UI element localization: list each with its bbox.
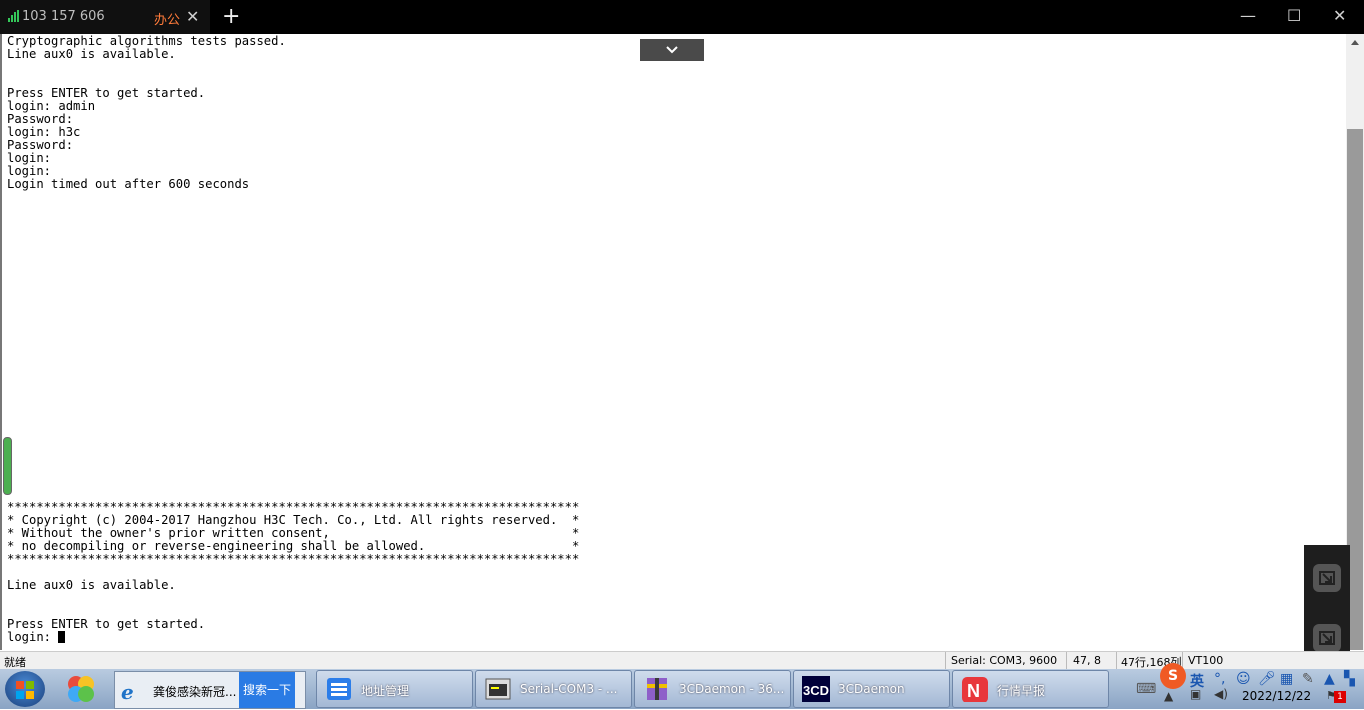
archive-icon xyxy=(647,678,667,700)
screen-share-icon[interactable] xyxy=(1313,564,1341,592)
show-hidden-icons[interactable]: ▲ xyxy=(1164,689,1173,703)
screen-share-icon[interactable] xyxy=(1313,624,1341,652)
volume-icon[interactable]: ◀) xyxy=(1214,687,1228,701)
maximize-button[interactable]: ☐ xyxy=(1287,6,1301,25)
taskbar-item-market-news[interactable]: N 行情早报 xyxy=(952,670,1109,708)
soft-keyboard-icon[interactable]: ▦ xyxy=(1280,671,1293,687)
sogou-ime-icon[interactable]: S xyxy=(1160,663,1186,689)
minimize-button[interactable]: — xyxy=(1240,6,1256,25)
emoji-icon[interactable]: ☺ xyxy=(1236,671,1251,687)
tab-close-icon[interactable]: ✕ xyxy=(186,7,199,26)
news-icon: N xyxy=(962,677,988,702)
punctuation-icon[interactable]: °, xyxy=(1214,671,1225,687)
notification-badge[interactable]: 1 xyxy=(1334,691,1346,703)
floating-panel xyxy=(1304,545,1350,665)
tray-date[interactable]: 2022/12/22 xyxy=(1242,689,1311,703)
app-logo-icon[interactable] xyxy=(64,672,98,706)
taskbar-item-label: 地址管理 xyxy=(361,684,410,698)
taskbar-item-3cdaemon[interactable]: 3CD 3CDaemon xyxy=(793,670,950,708)
status-bar: 就绪 Serial: COM3, 9600 47, 8 47行,168列 VT1… xyxy=(0,651,1364,670)
taskbar-item-3cdaemon-archive[interactable]: 3CDaemon - 36... xyxy=(634,670,791,708)
taskbar: e 龚俊感染新冠... 搜索一下 地址管理 Serial-COM3 - ... … xyxy=(0,663,1364,709)
terminal-prompt-line: login: xyxy=(7,630,66,644)
window-close-button[interactable]: ✕ xyxy=(1333,6,1346,25)
network-icon[interactable]: ▣ xyxy=(1190,687,1201,701)
new-tab-button[interactable]: + xyxy=(222,4,240,29)
taskbar-item-label: 3CDaemon xyxy=(838,682,905,696)
scroll-up-icon[interactable] xyxy=(1350,38,1360,46)
system-tray: ⌨ S 英 °, ☺ 🎤︎ ▦ ✎ ▲ ▚ ▲ ▣ ◀) 2022/12/22 … xyxy=(1118,663,1364,709)
taskbar-item-label: 3CDaemon - 36... xyxy=(679,682,785,696)
ie-news-title[interactable]: 龚俊感染新冠... xyxy=(153,683,236,700)
collapse-toolbar-button[interactable] xyxy=(640,39,704,61)
svg-text:N: N xyxy=(967,681,980,701)
terminal-icon xyxy=(485,678,511,700)
search-button[interactable]: 搜索一下 xyxy=(239,672,295,708)
start-button[interactable] xyxy=(5,671,45,707)
grid-icon[interactable]: ▚ xyxy=(1344,671,1355,687)
status-emulation: VT100 xyxy=(1188,654,1224,667)
taskbar-item-label: 行情早报 xyxy=(997,684,1046,698)
terminal-output-bottom: ****************************************… xyxy=(7,500,580,631)
microphone-icon[interactable]: 🎤︎ xyxy=(1258,671,1276,687)
signal-icon xyxy=(8,10,20,22)
terminal-area[interactable]: Cryptographic algorithms tests passed. L… xyxy=(0,34,1348,650)
3cd-icon: 3CD xyxy=(802,676,830,702)
skin-icon[interactable]: ✎ xyxy=(1302,671,1314,687)
side-handle[interactable] xyxy=(3,437,12,495)
keyboard-icon[interactable]: ⌨ xyxy=(1136,681,1156,697)
text-cursor xyxy=(58,631,66,643)
chevron-down-icon xyxy=(666,46,678,54)
status-ready: 就绪 xyxy=(4,656,26,669)
tab-name: 办公 xyxy=(154,13,181,28)
ie-icon: e xyxy=(121,680,134,704)
tab-number: 103 157 606 xyxy=(22,9,105,24)
login-prompt: login: xyxy=(7,630,59,644)
status-cursor-position: 47, 8 xyxy=(1073,654,1101,667)
shirt-icon[interactable]: ▲ xyxy=(1324,671,1335,687)
status-port: Serial: COM3, 9600 xyxy=(951,654,1058,667)
tab-office[interactable]: 103 157 606 办公 ✕ xyxy=(0,0,210,34)
terminal-output-top: Cryptographic algorithms tests passed. L… xyxy=(7,34,286,191)
svg-text:3CD: 3CD xyxy=(803,683,829,698)
taskbar-item-address[interactable]: 地址管理 xyxy=(316,670,473,708)
list-icon xyxy=(327,678,351,700)
taskbar-item-serial[interactable]: Serial-COM3 - ... xyxy=(475,670,632,708)
tab-bar: 103 157 606 办公 ✕ + — ☐ ✕ xyxy=(0,0,1364,34)
ie-search-widget[interactable]: e 龚俊感染新冠... 搜索一下 xyxy=(114,671,306,709)
taskbar-item-label: Serial-COM3 - ... xyxy=(520,682,618,696)
